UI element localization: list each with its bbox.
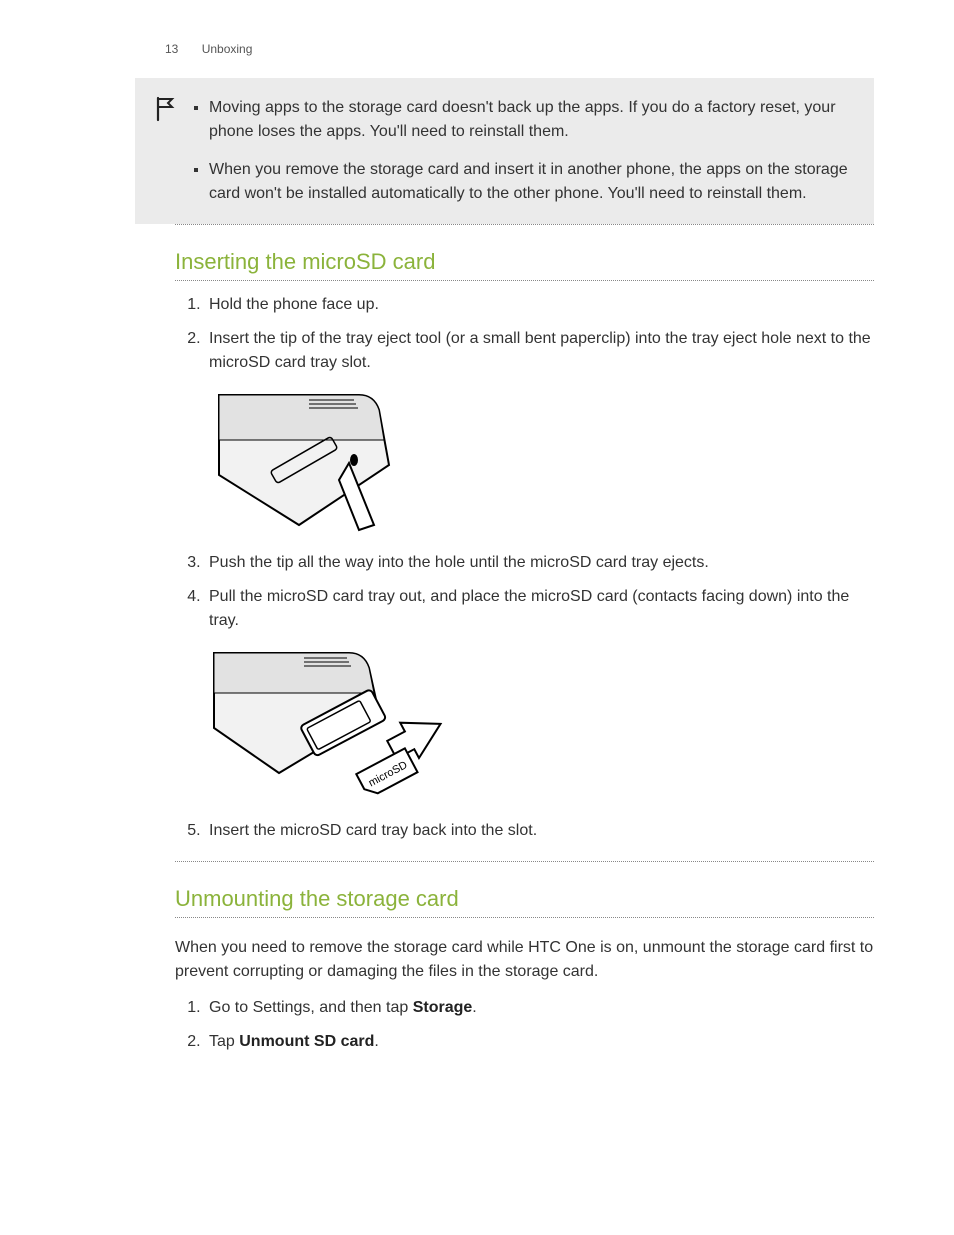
note-box: Moving apps to the storage card doesn't … — [135, 78, 874, 224]
step-text: Pull the microSD card tray out, and plac… — [209, 588, 849, 629]
unmount-steps: Go to Settings, and then tap Storage. Ta… — [175, 996, 874, 1054]
unmount-intro: When you need to remove the storage card… — [175, 936, 874, 984]
step-text: Go to Settings, and then tap — [209, 999, 413, 1016]
illustration-insert-card: microSD — [209, 643, 874, 803]
insert-steps: Hold the phone face up. Insert the tip o… — [175, 293, 874, 843]
note-item: When you remove the storage card and ins… — [209, 158, 854, 206]
page-number: 13 — [165, 42, 178, 56]
note-list: Moving apps to the storage card doesn't … — [189, 96, 854, 206]
step-text: . — [472, 999, 476, 1016]
divider — [175, 224, 874, 225]
step-item: Go to Settings, and then tap Storage. — [205, 996, 874, 1020]
header-section: Unboxing — [202, 42, 253, 56]
section-heading-unmount: Unmounting the storage card — [175, 882, 874, 915]
page: 13 Unboxing Moving apps to the storage c… — [0, 0, 954, 1235]
step-item: Tap Unmount SD card. — [205, 1030, 874, 1054]
illustration-eject — [209, 385, 874, 535]
divider — [175, 917, 874, 918]
bold-term: Storage — [413, 999, 473, 1016]
step-text: Insert the tip of the tray eject tool (o… — [209, 330, 871, 371]
step-text: . — [374, 1033, 378, 1050]
divider — [175, 280, 874, 281]
step-item: Pull the microSD card tray out, and plac… — [205, 585, 874, 803]
page-header: 13 Unboxing — [165, 40, 874, 58]
step-item: Insert the tip of the tray eject tool (o… — [205, 327, 874, 535]
divider — [175, 861, 874, 862]
step-item: Hold the phone face up. — [205, 293, 874, 317]
step-text: Tap — [209, 1033, 239, 1050]
section-heading-insert: Inserting the microSD card — [175, 245, 874, 278]
step-item: Insert the microSD card tray back into t… — [205, 819, 874, 843]
note-item: Moving apps to the storage card doesn't … — [209, 96, 854, 144]
bold-term: Unmount SD card — [239, 1033, 374, 1050]
step-item: Push the tip all the way into the hole u… — [205, 551, 874, 575]
flag-icon — [155, 96, 189, 206]
